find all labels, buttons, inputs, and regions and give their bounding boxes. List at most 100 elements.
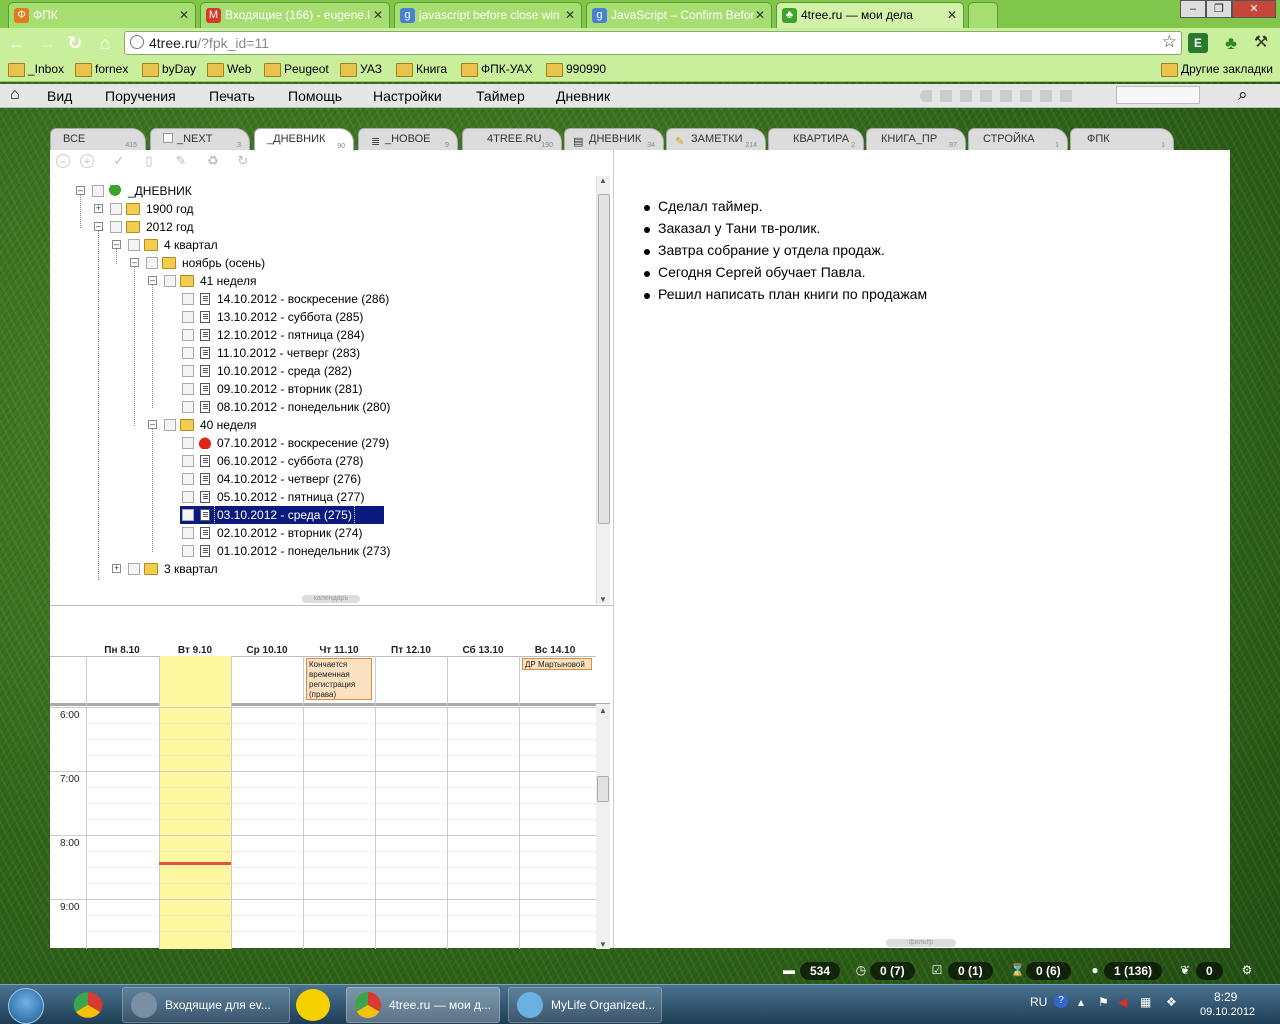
scroll-up-icon[interactable]: ▲ xyxy=(599,706,607,715)
menu-timer[interactable]: Таймер xyxy=(476,88,525,104)
document-icon[interactable]: ▯ xyxy=(142,154,156,168)
collapse-icon[interactable]: – xyxy=(76,186,85,195)
day-header[interactable]: Пт 12.10 xyxy=(375,645,447,656)
wrench-menu-icon[interactable]: ⚒ xyxy=(1250,32,1272,54)
tab-diary-main[interactable]: _ДНЕВНИК 90 xyxy=(254,128,354,151)
menu-settings[interactable]: Настройки xyxy=(373,88,442,104)
edit-icon[interactable]: ✎ xyxy=(174,154,188,168)
language-indicator[interactable]: RU xyxy=(1030,995,1047,1009)
tab-4tree[interactable]: 4TREE.RU 190 xyxy=(462,128,562,150)
collapse-icon[interactable]: – xyxy=(148,420,157,429)
bookmark-uaz[interactable]: УАЗ xyxy=(340,62,382,77)
node-checkbox[interactable] xyxy=(110,203,122,215)
status-count-active[interactable]: 1 (136) xyxy=(1104,962,1163,980)
other-bookmarks[interactable]: Другие закладки xyxy=(1161,62,1273,77)
home-icon[interactable]: ⌂ xyxy=(94,32,116,54)
remove-icon[interactable]: – xyxy=(56,154,70,168)
page-info-icon[interactable] xyxy=(130,35,144,49)
minimize-icon[interactable]: – xyxy=(1180,0,1206,18)
close-tab-icon[interactable]: ✕ xyxy=(755,3,765,27)
scroll-up-icon[interactable]: ▲ xyxy=(599,176,607,185)
menu-diary[interactable]: Дневник xyxy=(556,88,610,104)
scroll-down-icon[interactable]: ▼ xyxy=(599,595,607,604)
clock-time[interactable]: 8:29 xyxy=(1214,990,1237,1004)
node-checkbox[interactable] xyxy=(146,257,158,269)
day-header[interactable]: Вт 9.10 xyxy=(159,645,231,656)
tab-all[interactable]: ВСЕ 415 xyxy=(50,128,146,150)
forward-icon[interactable]: → xyxy=(36,32,58,54)
node-checkbox[interactable] xyxy=(182,293,194,305)
node-checkbox[interactable] xyxy=(182,437,194,449)
menu-view[interactable]: Вид xyxy=(47,88,72,104)
add-icon[interactable]: + xyxy=(80,154,94,168)
flag-icon[interactable]: ⚑ xyxy=(1098,995,1109,1009)
dropbox-icon[interactable]: ❖ xyxy=(1166,995,1177,1009)
browser-tab-gmail[interactable]: M Входящие (166) - eugene.l ✕ xyxy=(200,2,390,28)
zoom-slider[interactable] xyxy=(1116,86,1200,104)
bookmark-web[interactable]: Web xyxy=(207,62,251,77)
tree-scrollbar[interactable]: ▲ ▼ xyxy=(596,176,610,604)
day-header[interactable]: Чт 11.10 xyxy=(303,645,375,656)
tree-extension-icon[interactable]: ♣ xyxy=(1220,32,1242,54)
day-header[interactable]: Пн 8.10 xyxy=(86,645,158,656)
close-tab-icon[interactable]: ✕ xyxy=(947,3,957,27)
node-checkbox[interactable] xyxy=(182,311,194,323)
bookmark-inbox[interactable]: _Inbox xyxy=(8,62,64,77)
view-mode-buttons[interactable] xyxy=(920,90,1080,102)
start-button[interactable] xyxy=(8,988,44,1024)
node-checkbox[interactable] xyxy=(182,365,194,377)
taskbar-item-chrome[interactable]: 4tree.ru — мои д... xyxy=(346,987,500,1023)
tab-apartment[interactable]: КВАРТИРА 2 xyxy=(768,128,864,150)
tab-next[interactable]: _NEXT 3 xyxy=(150,128,250,150)
taskbar-item-mail[interactable]: Входящие для ev... xyxy=(122,987,290,1023)
bookmark-peugeot[interactable]: Peugeot xyxy=(264,62,329,77)
node-checkbox[interactable] xyxy=(182,401,194,413)
refresh-icon[interactable]: ↻ xyxy=(236,154,250,168)
scrollbar-thumb[interactable] xyxy=(598,194,610,524)
node-checkbox[interactable] xyxy=(182,509,194,521)
menu-assignments[interactable]: Поручения xyxy=(105,88,176,104)
network-icon[interactable]: ▦ xyxy=(1140,995,1151,1009)
menu-help[interactable]: Помощь xyxy=(288,88,342,104)
maximize-icon[interactable]: ❐ xyxy=(1206,0,1232,18)
node-checkbox[interactable] xyxy=(182,455,194,467)
collapse-icon[interactable]: – xyxy=(130,258,139,267)
node-checkbox[interactable] xyxy=(182,491,194,503)
tray-arrow-icon[interactable]: ▴ xyxy=(1078,995,1084,1009)
tree-node-day-selected[interactable]: 03.10.2012 - среда (275) xyxy=(180,505,384,525)
help-icon[interactable]: ? xyxy=(1054,994,1068,1008)
address-bar[interactable]: 4tree.ru/?fpk_id=11 ☆ xyxy=(124,31,1182,55)
bookmark-byday[interactable]: byDay xyxy=(142,62,196,77)
check-icon[interactable]: ✓ xyxy=(112,154,126,168)
status-count-folders[interactable]: 534 xyxy=(800,962,841,980)
node-checkbox[interactable] xyxy=(182,473,194,485)
calendar-event[interactable]: Кончается временная регистрация (права) xyxy=(306,658,372,700)
gear-icon[interactable]: ⚙ xyxy=(1240,963,1254,977)
menu-print[interactable]: Печать xyxy=(209,88,255,104)
node-checkbox[interactable] xyxy=(182,383,194,395)
expand-icon[interactable]: + xyxy=(112,564,121,573)
search-icon[interactable]: ⌕ xyxy=(1238,85,1248,105)
bookmark-990990[interactable]: 990990 xyxy=(546,62,606,77)
speaker-icon[interactable]: ◀ xyxy=(1118,995,1127,1009)
browser-tab-fpk[interactable]: Ф ФПК ✕ xyxy=(8,2,196,28)
bookmark-star-icon[interactable]: ☆ xyxy=(1162,32,1177,52)
close-tab-icon[interactable]: ✕ xyxy=(373,3,383,27)
browser-tab-google-2[interactable]: g JavaScript – Confirm Befor ✕ xyxy=(586,2,772,28)
filter-handle[interactable]: фильтр xyxy=(886,939,956,947)
collapse-icon[interactable]: – xyxy=(112,240,121,249)
tab-new[interactable]: ≣ _НОВОЕ 9 xyxy=(358,128,458,150)
back-icon[interactable]: ← xyxy=(6,32,28,54)
tab-diary[interactable]: ▤ ДНЕВНИК 34 xyxy=(564,128,664,150)
home-icon[interactable]: ⌂ xyxy=(10,86,20,104)
day-header[interactable]: Ср 10.10 xyxy=(231,645,303,656)
evernote-extension-icon[interactable]: E xyxy=(1188,33,1208,53)
day-header[interactable]: Вс 14.10 xyxy=(519,645,591,656)
node-checkbox[interactable] xyxy=(182,527,194,539)
browser-tab-google-1[interactable]: g javascript before close win ✕ xyxy=(394,2,582,28)
expand-icon[interactable]: + xyxy=(94,204,103,213)
status-count-leaf[interactable]: 0 xyxy=(1196,962,1223,980)
node-checkbox[interactable] xyxy=(182,347,194,359)
close-tab-icon[interactable]: ✕ xyxy=(565,3,575,27)
calendar-event[interactable]: ДР Мартыновой xyxy=(522,658,592,670)
